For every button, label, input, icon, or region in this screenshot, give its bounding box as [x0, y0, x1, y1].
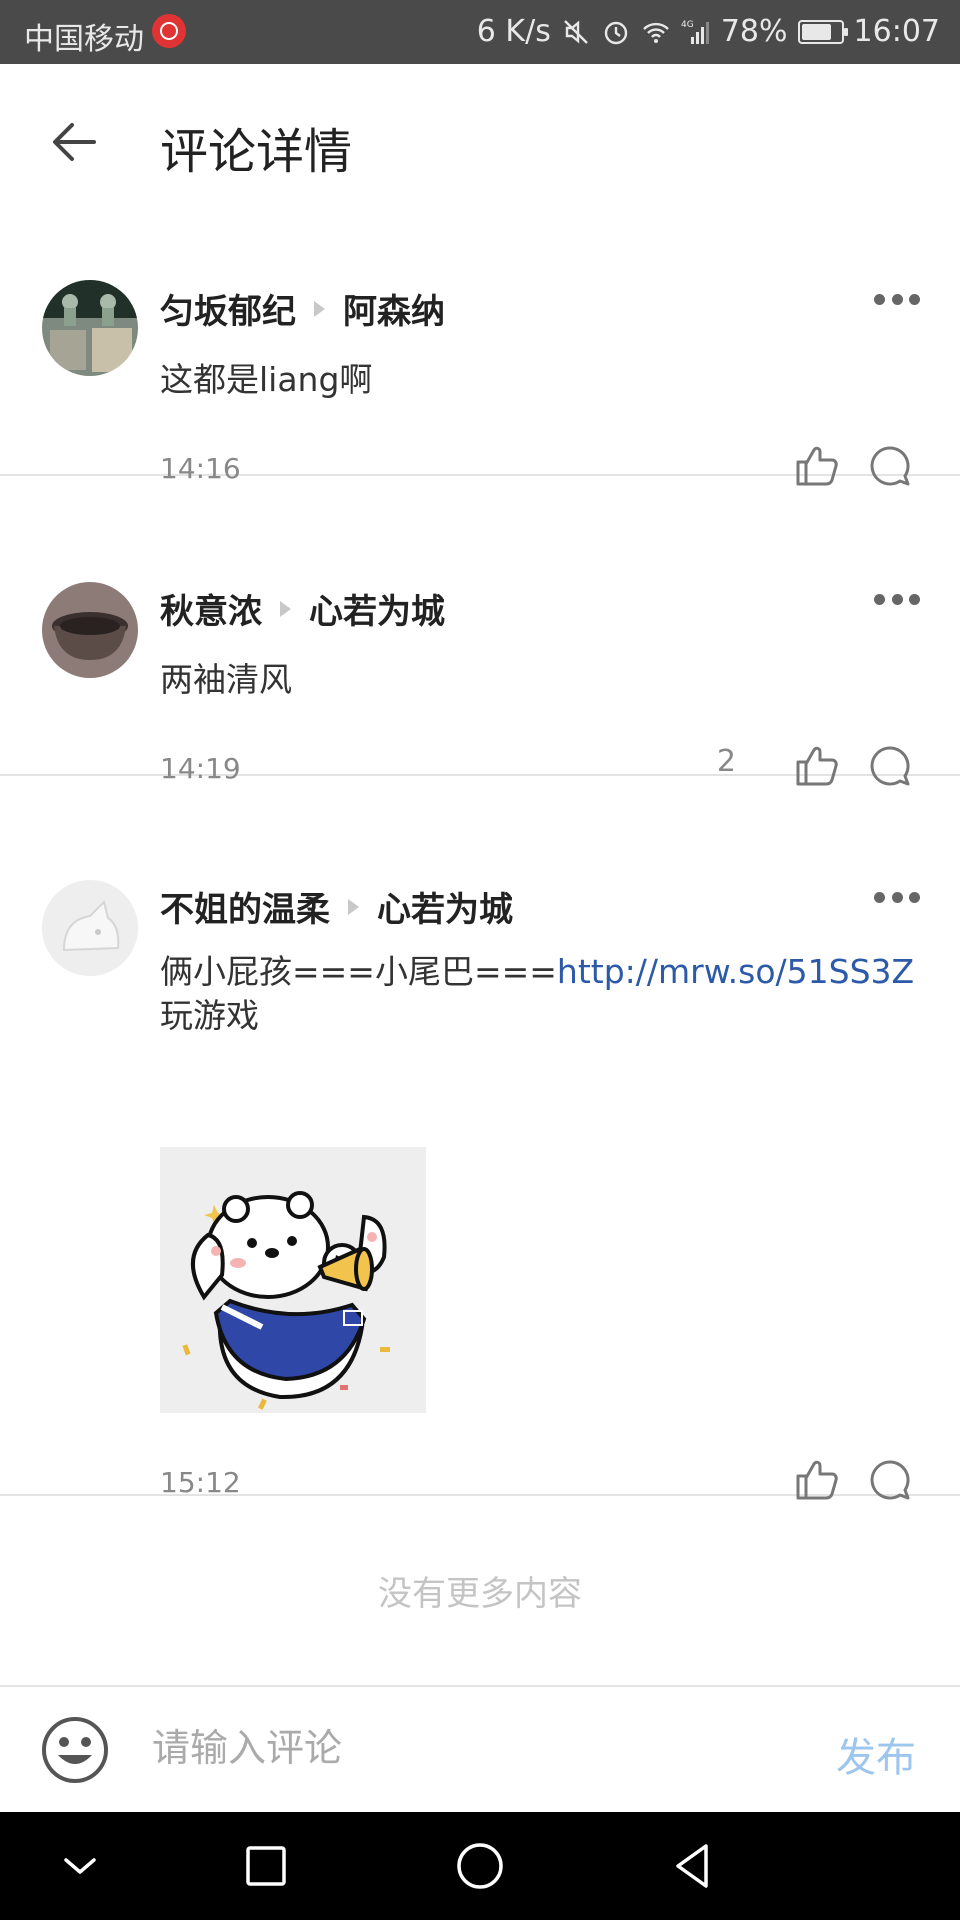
comment-text-suffix: 玩游戏 [160, 996, 259, 1035]
publish-button[interactable]: 发布 [836, 1725, 916, 1783]
author-name[interactable]: 不姐的温柔 [160, 882, 330, 931]
avatar[interactable] [42, 280, 138, 376]
emoji-icon[interactable] [40, 1715, 110, 1785]
reply-to-name[interactable]: 阿森纳 [343, 284, 445, 333]
more-options-icon[interactable] [874, 892, 920, 904]
avatar[interactable] [42, 880, 138, 976]
reply-bubble-icon[interactable] [868, 1458, 912, 1502]
comment-text: 俩小屁孩===小尾巴===http://mrw.so/51SS3Z 玩游戏 [160, 950, 920, 1038]
comment-detail-sheet: 评论详情 匀坂郁纪 阿森纳 这都是liang啊 14:16 秋意浓 心若为城 两… [0, 64, 960, 1812]
reply-arrow-icon [348, 898, 359, 915]
net-speed: 6 K/s [476, 14, 551, 49]
author-name[interactable]: 秋意浓 [160, 584, 262, 633]
network-type: 4G [681, 20, 694, 30]
system-nav-bar [0, 1812, 960, 1920]
reply-to-name[interactable]: 心若为城 [377, 882, 513, 931]
comment-names: 匀坂郁纪 阿森纳 [160, 284, 445, 333]
more-options-icon[interactable] [874, 294, 920, 306]
comment-text-prefix: 俩小屁孩===小尾巴=== [160, 952, 557, 991]
status-bar: 中国移动 6 K/s 4G 78% 16:07 [0, 0, 960, 64]
battery-icon [797, 19, 848, 44]
reply-arrow-icon [280, 600, 291, 617]
comment-text: 两袖清风 [160, 660, 292, 699]
comment-item: 不姐的温柔 心若为城 俩小屁孩===小尾巴===http://mrw.so/51… [0, 776, 960, 1500]
alarm-icon [604, 21, 628, 44]
comment-text: 这都是liang啊 [160, 360, 373, 399]
reply-to-name[interactable]: 心若为城 [309, 584, 445, 633]
sticker-image[interactable] [160, 1147, 426, 1413]
avatar[interactable] [42, 582, 138, 678]
carrier-name: 中国移动 [24, 22, 144, 57]
page-title: 评论详情 [160, 124, 353, 180]
recents-square-icon[interactable] [236, 1836, 296, 1896]
home-circle-icon[interactable] [450, 1836, 510, 1896]
thumbs-up-icon[interactable] [792, 1456, 840, 1504]
wifi-icon [642, 22, 669, 43]
status-right: 6 K/s 4G 78% 16:07 [477, 14, 940, 49]
signal-icon: 4G [681, 20, 709, 44]
author-name[interactable]: 匀坂郁纪 [160, 284, 296, 333]
no-more-content: 没有更多内容 [378, 1574, 582, 1614]
comment-link[interactable]: http://mrw.so/51SS3Z [557, 952, 914, 991]
comment-item: 匀坂郁纪 阿森纳 这都是liang啊 14:16 [0, 214, 960, 486]
back-triangle-icon[interactable] [664, 1836, 724, 1896]
carrier-logo-icon [152, 14, 186, 48]
back-arrow-icon[interactable] [48, 116, 100, 168]
comment-names: 秋意浓 心若为城 [160, 584, 445, 633]
reply-arrow-icon [314, 300, 325, 317]
mute-icon [563, 19, 588, 44]
header: 评论详情 [0, 64, 960, 214]
clock: 16:07 [853, 14, 940, 49]
comment-item: 秋意浓 心若为城 两袖清风 14:19 2 [0, 476, 960, 786]
comment-names: 不姐的温柔 心若为城 [160, 882, 513, 931]
comment-input[interactable] [150, 1725, 774, 1771]
comment-time: 15:12 [160, 1466, 241, 1499]
chevron-down-icon[interactable] [50, 1836, 110, 1896]
comment-composer: 发布 [0, 1685, 960, 1814]
like-count: 2 [716, 744, 736, 779]
battery-percent: 78% [720, 14, 788, 49]
more-options-icon[interactable] [874, 594, 920, 606]
